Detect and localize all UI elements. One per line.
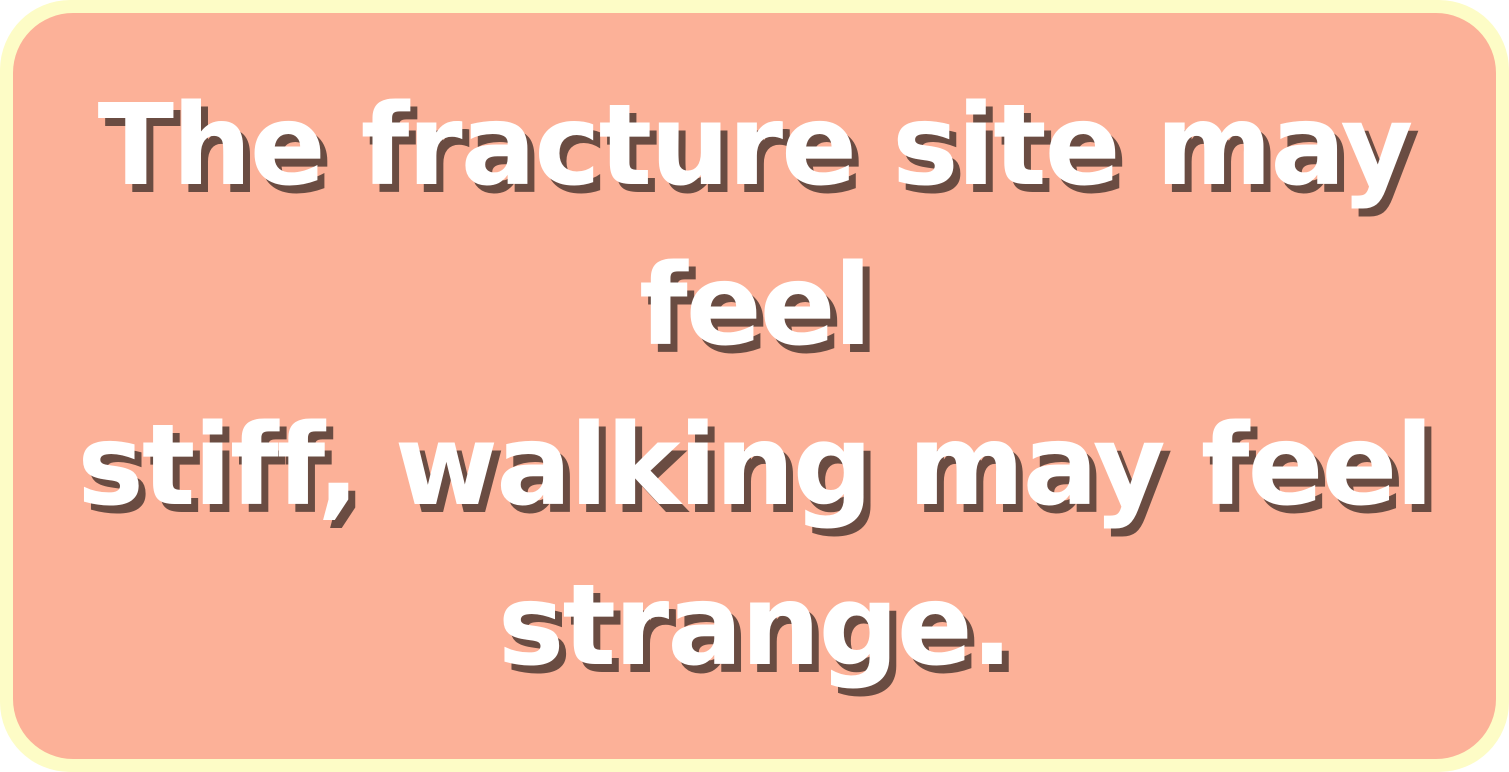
message-text: The fracture site may feel stiff, walkin… (25, 66, 1485, 706)
message-line-1: The fracture site may feel (97, 81, 1414, 371)
message-line-2: stiff, walking may feel (77, 401, 1434, 531)
card-frame: The fracture site may feel stiff, walkin… (0, 0, 1509, 772)
message-card: The fracture site may feel stiff, walkin… (13, 13, 1496, 759)
message-line-3: strange. (497, 561, 1013, 691)
